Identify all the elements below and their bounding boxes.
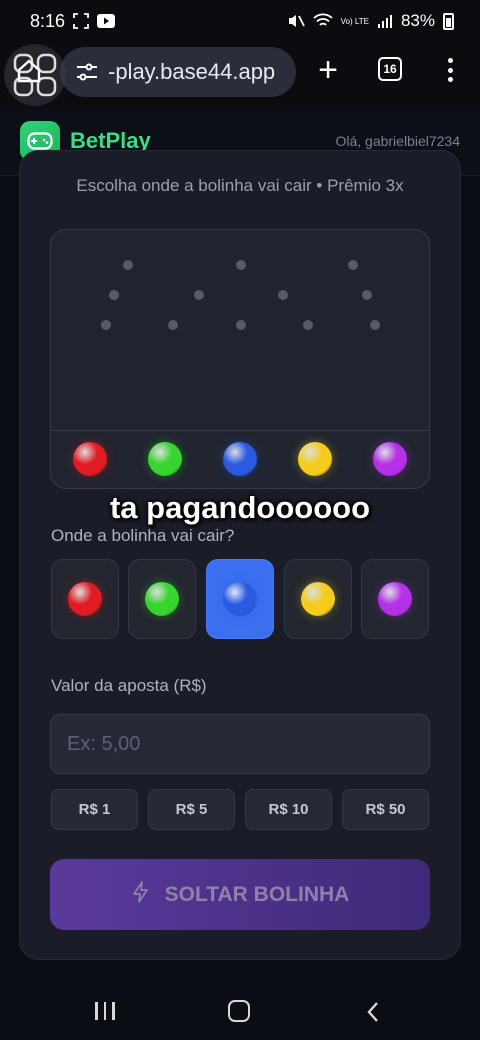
drop-ball-button[interactable]: SOLTAR BOLINHA [50, 859, 430, 930]
peg [278, 290, 288, 300]
plinko-board [50, 229, 430, 489]
peg [348, 260, 358, 270]
color-option-blue[interactable] [206, 559, 274, 639]
recent-apps-icon[interactable] [95, 1002, 115, 1020]
home-button-icon[interactable] [228, 1000, 250, 1022]
peg [303, 320, 313, 330]
youtube-icon [97, 14, 116, 28]
back-icon[interactable] [366, 1001, 380, 1028]
peg [194, 290, 204, 300]
bet-amount-input[interactable] [50, 714, 430, 774]
android-nav-bar [0, 980, 480, 1040]
peg [370, 320, 380, 330]
browser-toolbar: -play.base44.app + 16 [0, 42, 480, 106]
battery-percent: 83% [400, 11, 435, 30]
quick-amount-5[interactable]: R$ 5 [148, 789, 235, 830]
color-option-purple[interactable] [361, 559, 429, 639]
drop-button-label: SOLTAR BOLINHA [164, 882, 350, 906]
color-option-yellow[interactable] [284, 559, 352, 639]
address-bar[interactable]: -play.base44.app [60, 47, 296, 97]
quick-amount-1[interactable]: R$ 1 [51, 789, 138, 830]
green-ball-icon [145, 582, 179, 616]
slot-ball-green [148, 442, 182, 476]
peg [101, 320, 111, 330]
site-settings-icon[interactable] [74, 62, 100, 82]
peg [168, 320, 178, 330]
blue-ball-icon [223, 582, 257, 616]
home-icon[interactable] [14, 56, 44, 91]
screenshot-icon [73, 13, 89, 29]
user-greeting: Olá, gabrielbiel7234 [335, 132, 460, 149]
bet-label: Valor da aposta (R$) [51, 676, 207, 695]
peg [236, 260, 246, 270]
new-tab-plus-icon[interactable]: + [310, 52, 346, 88]
peg [123, 260, 133, 270]
tab-switcher-button[interactable]: 16 [378, 57, 402, 81]
pick-label: Onde a bolinha vai cair? [51, 526, 235, 545]
color-option-green[interactable] [128, 559, 196, 639]
slot-ball-yellow [298, 442, 332, 476]
slot-ball-purple [373, 442, 407, 476]
url-text: -play.base44.app [108, 59, 276, 84]
board-divider [51, 430, 429, 431]
wifi-icon [313, 13, 333, 29]
signal-icon [377, 14, 393, 28]
lightning-icon [131, 880, 151, 909]
peg [236, 320, 246, 330]
quick-amount-10[interactable]: R$ 10 [245, 789, 332, 830]
game-subtitle: Escolha onde a bolinha vai cair • Prêmio… [76, 176, 404, 195]
slot-ball-blue [223, 442, 257, 476]
status-time: 8:16 [30, 10, 66, 31]
purple-ball-icon [378, 582, 412, 616]
battery-icon [443, 12, 454, 30]
more-menu-icon[interactable] [440, 54, 460, 86]
mute-icon [287, 13, 305, 29]
network-label: Vo) LTE [340, 16, 369, 26]
peg [362, 290, 372, 300]
video-caption: ta pagandoooooo [109, 490, 371, 525]
red-ball-icon [68, 582, 102, 616]
color-option-red[interactable] [51, 559, 119, 639]
yellow-ball-icon [301, 582, 335, 616]
peg [109, 290, 119, 300]
slot-ball-red [73, 442, 107, 476]
quick-amount-50[interactable]: R$ 50 [342, 789, 429, 830]
status-bar: 8:16 Vo) LTE 83% [0, 0, 480, 42]
